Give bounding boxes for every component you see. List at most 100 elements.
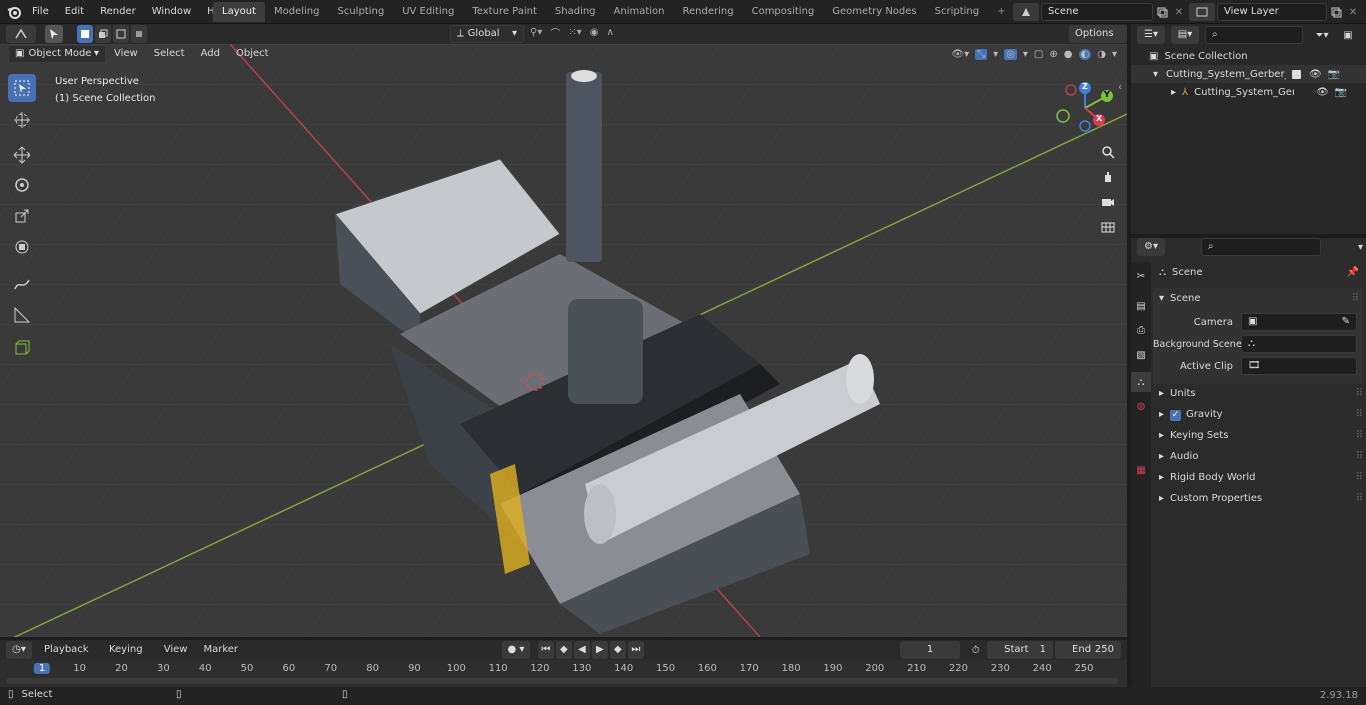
snap-target-icon[interactable]: ⁙▾ <box>568 27 581 38</box>
current-frame-field[interactable]: 1 <box>899 641 961 659</box>
editor-type-icon[interactable] <box>6 25 36 43</box>
outliner-row-object[interactable]: ▸ ⅄ Cutting_System_Gerber_ 👁 📷 <box>1131 83 1366 101</box>
ortho-grid-icon[interactable] <box>1097 216 1119 238</box>
drag-handle-icon[interactable]: ⠿ <box>1356 447 1363 467</box>
overlay-toggle-icon[interactable]: ◎ <box>1004 48 1017 60</box>
gizmo-toggle-icon[interactable]: ⤡ <box>975 48 988 60</box>
timeline-menu-view[interactable]: View <box>156 641 196 659</box>
drag-handle-icon[interactable]: ⠿ <box>1356 489 1363 509</box>
pivot-icon[interactable]: ⚲▾ <box>530 27 542 38</box>
properties-search-input[interactable]: ⌕ <box>1201 238 1321 256</box>
select-mode-intersect-icon[interactable] <box>131 25 147 43</box>
tool-transform[interactable] <box>8 233 36 261</box>
stopwatch-icon[interactable]: ⏱ <box>968 645 983 656</box>
viewport-menu-view[interactable]: View <box>106 44 146 64</box>
section-audio[interactable]: ▸ Audio ⠿ <box>1153 447 1363 467</box>
select-mode-new-icon[interactable] <box>77 25 93 43</box>
chevron-down-icon[interactable]: ▾ <box>1112 49 1117 60</box>
proportional-edit-icon[interactable]: ◉ <box>590 27 599 38</box>
view-layer-tab-icon[interactable]: ▧ <box>1134 347 1148 363</box>
prev-keyframe-icon[interactable]: ◆ <box>555 641 572 659</box>
select-tool-icon[interactable] <box>45 25 63 43</box>
active-clip-field[interactable]: 🎞 <box>1241 357 1357 375</box>
material-shading-icon[interactable]: ◐ <box>1078 48 1092 60</box>
menu-edit[interactable]: Edit <box>57 0 92 24</box>
drag-handle-icon[interactable]: ⠿ <box>1356 384 1363 404</box>
tab-animation[interactable]: Animation <box>605 2 674 22</box>
expand-arrow-icon[interactable]: ▸ <box>1171 87 1176 98</box>
viewport-menu-object[interactable]: Object <box>228 44 277 64</box>
render-tab-icon[interactable]: ▤ <box>1134 298 1148 314</box>
tool-rotate[interactable] <box>8 171 36 199</box>
display-mode-icon[interactable]: ▤▾ <box>1171 26 1199 44</box>
outliner-row-collection[interactable]: ▾ Cutting_System_Gerber_Para 👁 📷 <box>1131 65 1366 83</box>
tool-tab-icon[interactable]: ✂ <box>1134 268 1148 284</box>
duplicate-scene-icon[interactable] <box>1153 3 1171 21</box>
jump-end-icon[interactable]: ⏭ <box>627 641 644 659</box>
tool-move[interactable] <box>8 141 36 169</box>
outliner-editor-type-icon[interactable]: ☰▾ <box>1137 26 1165 44</box>
navigation-gizmo[interactable]: Z Y X <box>1055 80 1115 136</box>
tab-uv-editing[interactable]: UV Editing <box>393 2 463 22</box>
menu-window[interactable]: Window <box>144 0 199 24</box>
tab-compositing[interactable]: Compositing <box>743 2 824 22</box>
properties-options-icon[interactable]: ▾ <box>1358 242 1363 253</box>
add-workspace-icon[interactable]: + <box>988 2 1014 22</box>
tool-annotate[interactable] <box>8 270 36 298</box>
output-tab-icon[interactable]: ⎙ <box>1134 322 1148 338</box>
filter-icon[interactable]: ⏷▾ <box>1309 30 1335 41</box>
play-reverse-icon[interactable]: ◀ <box>573 641 590 659</box>
pin-icon[interactable]: 📌 <box>1347 267 1359 278</box>
tab-shading[interactable]: Shading <box>546 2 605 22</box>
zoom-view-icon[interactable] <box>1097 141 1119 163</box>
scene-name-field[interactable]: Scene <box>1041 3 1153 21</box>
tab-sculpting[interactable]: Sculpting <box>329 2 394 22</box>
drag-handle-icon[interactable]: ⠿ <box>1356 426 1363 446</box>
camera-render-icon[interactable]: 📷 <box>1335 87 1347 98</box>
options-dropdown[interactable]: Options ▾ <box>1069 25 1127 57</box>
timeline-scrollbar[interactable] <box>6 678 1118 684</box>
tab-modeling[interactable]: Modeling <box>265 2 329 22</box>
camera-view-icon[interactable] <box>1097 191 1119 213</box>
3d-viewport[interactable]: User Perspective (1) Scene Collection Z … <box>0 44 1127 637</box>
tool-scale[interactable] <box>8 202 36 230</box>
falloff-icon[interactable]: ∧ <box>606 27 613 38</box>
pan-view-icon[interactable] <box>1097 166 1119 188</box>
record-keyframe-icon[interactable]: ● ▾ <box>502 641 530 659</box>
texture-tab-icon[interactable]: ▦ <box>1134 462 1148 478</box>
view-layer-field[interactable]: View Layer <box>1217 3 1327 21</box>
timeline-menu-marker[interactable]: Marker <box>195 641 246 659</box>
select-mode-extend-icon[interactable] <box>95 25 111 43</box>
background-scene-field[interactable]: ⛬ <box>1241 335 1357 353</box>
tool-select-box[interactable] <box>8 74 36 102</box>
tool-add-cube[interactable] <box>8 334 36 362</box>
outliner-search-input[interactable]: ⌕ <box>1205 26 1303 44</box>
section-custom-properties[interactable]: ▸ Custom Properties ⠿ <box>1153 489 1363 509</box>
section-keying-sets[interactable]: ▸ Keying Sets ⠿ <box>1153 426 1363 446</box>
play-icon[interactable]: ▶ <box>591 641 608 659</box>
timeline-ruler[interactable]: 1 10 20 30 40 50 60 70 80 90 100 110 120 130 140 150 160… <box>0 660 1127 687</box>
solid-shading-icon[interactable]: ● <box>1064 49 1073 60</box>
eye-icon[interactable]: 👁 <box>1309 69 1322 80</box>
new-collection-icon[interactable]: ▣ <box>1341 30 1355 41</box>
gravity-checkbox[interactable]: ✓ <box>1170 409 1182 421</box>
next-keyframe-icon[interactable]: ◆ <box>609 641 626 659</box>
xray-icon[interactable]: ▢ <box>1034 49 1043 60</box>
remove-scene-icon[interactable]: ✕ <box>1171 3 1187 21</box>
remove-view-layer-icon[interactable]: ✕ <box>1345 3 1361 21</box>
view-layer-icon[interactable] <box>1189 3 1215 21</box>
viewport-menu-add[interactable]: Add <box>193 44 228 64</box>
tab-texture-paint[interactable]: Texture Paint <box>463 2 546 22</box>
timeline-menu-playback[interactable]: Playback ▾ <box>36 641 101 673</box>
eyedropper-icon[interactable]: ✎ <box>1342 314 1350 330</box>
end-frame-field[interactable]: End 250 <box>1055 641 1121 659</box>
exclude-checkbox[interactable] <box>1292 69 1302 79</box>
jump-start-icon[interactable]: ⏮ <box>537 641 554 659</box>
outliner-row-scene-collection[interactable]: ▣ Scene Collection <box>1149 48 1359 64</box>
menu-file[interactable]: File <box>24 0 57 24</box>
tab-rendering[interactable]: Rendering <box>674 2 743 22</box>
scene-tab-icon[interactable]: ⛬ <box>1131 372 1151 392</box>
rendered-shading-icon[interactable]: ◑ <box>1097 49 1106 60</box>
scene-panel-header[interactable]: ▾ Scene ⠿ <box>1153 288 1363 308</box>
scene-icon[interactable] <box>1013 3 1039 21</box>
